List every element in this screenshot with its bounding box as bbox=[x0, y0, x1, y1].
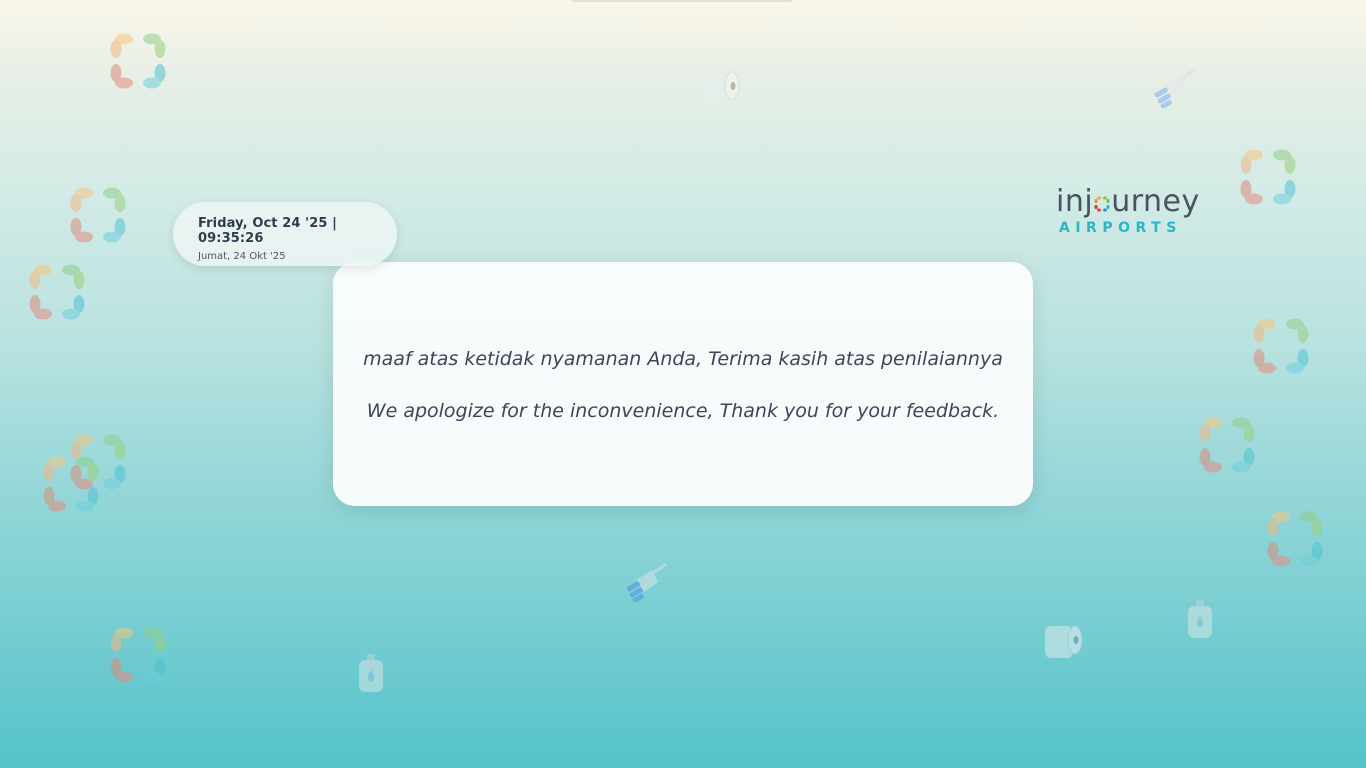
logo-ring-icon bbox=[1094, 196, 1110, 212]
injourney-airports-logo: inj urney AIRPORTS bbox=[1056, 184, 1206, 236]
feedback-message-card: maaf atas ketidak nyamanan Anda, Terima … bbox=[333, 262, 1033, 506]
leaf-ring-icon bbox=[1199, 417, 1255, 473]
datetime-secondary: Jumat, 24 Okt '25 bbox=[198, 251, 286, 262]
leaf-ring-icon bbox=[43, 456, 99, 512]
soap-bottle-icon bbox=[1188, 600, 1212, 638]
cleaning-brush-icon bbox=[1154, 68, 1195, 108]
leaf-ring-icon bbox=[1267, 511, 1323, 567]
logo-subtitle: AIRPORTS bbox=[1059, 220, 1182, 236]
leaf-ring-icon bbox=[1253, 318, 1309, 374]
toilet-paper-icon bbox=[1045, 625, 1083, 658]
message-indonesian: maaf atas ketidak nyamanan Anda, Terima … bbox=[363, 348, 1003, 370]
logo-word-after: urney bbox=[1111, 184, 1200, 219]
leaf-ring-icon bbox=[29, 264, 85, 320]
leaf-ring-icon bbox=[70, 187, 126, 243]
cleaning-brush-icon bbox=[626, 562, 667, 602]
datetime-primary: Friday, Oct 24 '25 | 09:35:26 bbox=[198, 216, 337, 246]
leaf-ring-icon bbox=[110, 627, 166, 683]
message-english: We apologize for the inconvenience, Than… bbox=[366, 400, 1000, 422]
toilet-paper-icon bbox=[702, 71, 740, 104]
logo-word-before: inj bbox=[1056, 184, 1094, 219]
leaf-ring-icon bbox=[1240, 149, 1296, 205]
soap-bottle-icon bbox=[359, 654, 383, 692]
top-tab bbox=[568, 0, 796, 2]
datetime-pill: Friday, Oct 24 '25 | 09:35:26 Jumat, 24 … bbox=[173, 202, 397, 266]
logo-wordmark: inj urney bbox=[1056, 184, 1206, 220]
leaf-ring-icon bbox=[110, 33, 166, 89]
